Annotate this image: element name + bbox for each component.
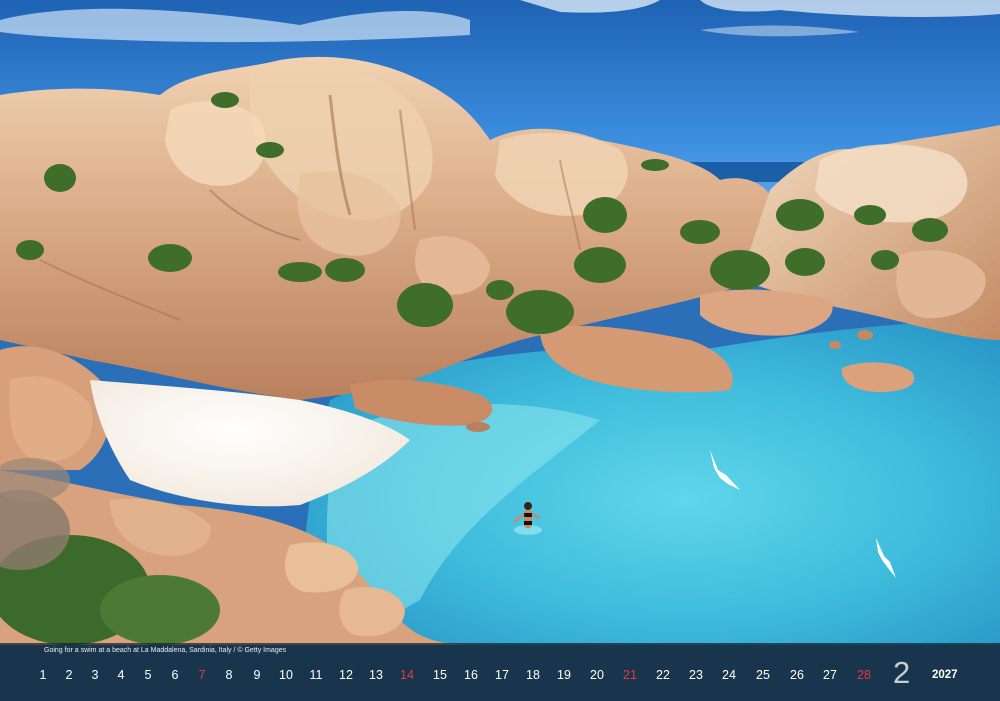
calendar-day: 15: [433, 668, 447, 682]
calendar-day: 2: [65, 668, 73, 682]
calendar-day: 4: [117, 668, 125, 682]
year-label: 2027: [932, 669, 958, 681]
calendar-day: 17: [495, 668, 509, 682]
calendar-day: 19: [557, 668, 571, 682]
calendar-day: 8: [225, 668, 233, 682]
calendar-day: 27: [823, 668, 837, 682]
calendar-day: 6: [171, 668, 179, 682]
calendar-day: 10: [279, 668, 293, 682]
calendar-day: 24: [722, 668, 736, 682]
calendar-day: 28: [857, 668, 871, 682]
calendar-day: 22: [656, 668, 670, 682]
calendar-day: 13: [369, 668, 383, 682]
calendar-day: 14: [400, 668, 414, 682]
calendar-day: 11: [309, 668, 323, 682]
calendar-day: 25: [756, 668, 770, 682]
shore-rocks: [700, 289, 833, 336]
small-rock: [857, 330, 873, 340]
month-number: 2: [893, 655, 911, 690]
beach-landscape-photo: [0, 0, 1000, 645]
calendar-day: 20: [590, 668, 604, 682]
calendar-day: 26: [790, 668, 804, 682]
calendar-day: 7: [198, 668, 206, 682]
calendar-day: 21: [623, 668, 637, 682]
photo-caption: Going for a swim at a beach at La Maddal…: [44, 647, 287, 654]
small-rock: [466, 422, 490, 432]
calendar-day: 18: [526, 668, 540, 682]
calendar-day: 12: [339, 668, 353, 682]
calendar-day: 3: [91, 668, 99, 682]
small-rock: [829, 341, 841, 349]
calendar-day: 5: [144, 668, 152, 682]
calendar-day: 9: [253, 668, 261, 682]
calendar-day: 23: [689, 668, 703, 682]
calendar-day: 16: [464, 668, 478, 682]
calendar-day: 1: [39, 668, 47, 682]
